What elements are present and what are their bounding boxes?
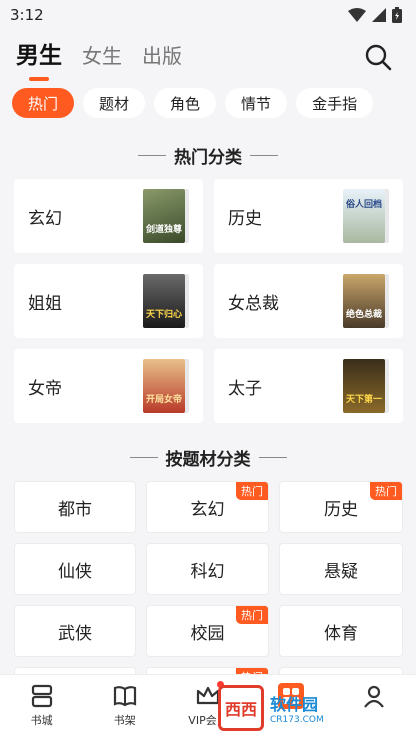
hot-section-label: 热门分类: [174, 147, 242, 168]
book-cover: 天下第一: [343, 359, 385, 413]
subject-label: 悬疑: [324, 561, 358, 582]
hot-category-card[interactable]: 玄幻 剑道独尊: [14, 179, 203, 253]
top-tab-bar: 男生 女生 出版: [0, 30, 416, 82]
category-label: 太子: [228, 378, 262, 399]
subject-label: 武侠: [58, 623, 92, 644]
hot-category-card[interactable]: 历史 俗人回档: [214, 179, 403, 253]
book-cover: 绝色总裁: [343, 274, 385, 328]
filter-chips: 热门 题材 角色 情节 金手指: [0, 88, 416, 120]
status-bar: 3:12: [0, 0, 416, 30]
subject-card[interactable]: 科幻: [146, 543, 269, 595]
hot-category-card[interactable]: 女总裁 绝色总裁: [214, 264, 403, 338]
watermark-text: 软件园 CR173.COM: [270, 691, 324, 725]
nav-label: 书架: [113, 714, 136, 727]
subject-label: 校园: [190, 623, 225, 644]
subject-label: 历史: [324, 499, 358, 520]
category-label: 姐姐: [28, 293, 62, 314]
battery-icon: [392, 7, 402, 23]
subject-card[interactable]: 武侠: [14, 605, 136, 657]
open-book-icon: [113, 686, 136, 707]
hot-category-card[interactable]: 太子 天下第一: [214, 349, 403, 423]
chip-hot[interactable]: 热门: [12, 88, 75, 118]
book-cover: 俗人回档: [343, 189, 385, 243]
cover-title: 剑道独尊: [145, 225, 182, 235]
subject-card[interactable]: 悬疑: [279, 543, 403, 595]
cover-title: 俗人回档: [345, 200, 382, 210]
subject-label: 体育: [324, 623, 358, 644]
category-label: 玄幻: [28, 208, 62, 229]
wifi-icon: [348, 8, 366, 22]
watermark: 西西 软件园 CR173.COM: [218, 680, 416, 736]
category-label: 女帝: [28, 378, 62, 399]
bookstore-icon: [31, 684, 52, 708]
nav-bookshelf[interactable]: 书架: [83, 675, 166, 740]
tab-publish[interactable]: 出版: [142, 46, 182, 66]
hot-badge: 热门: [236, 606, 268, 624]
chip-subject[interactable]: 题材: [83, 88, 146, 118]
hot-badge: 热门: [370, 482, 402, 500]
watermark-domain: CR173.COM: [270, 715, 324, 725]
subject-card[interactable]: 体育: [279, 605, 403, 657]
hot-badge: 热门: [236, 482, 268, 500]
book-cover: 天下归心: [143, 274, 185, 328]
chip-golden-finger[interactable]: 金手指: [296, 88, 374, 118]
book-cover: 开局女帝: [143, 359, 185, 413]
watermark-name: 软件园: [270, 695, 319, 714]
subject-card[interactable]: 历史 热门: [279, 481, 403, 533]
subject-label: 科幻: [190, 561, 225, 582]
subject-card[interactable]: 仙侠: [14, 543, 136, 595]
category-label: 历史: [228, 208, 262, 229]
subject-card[interactable]: 玄幻 热门: [146, 481, 269, 533]
signal-icon: [372, 8, 386, 22]
tab-female[interactable]: 女生: [82, 46, 122, 66]
hot-category-grid: 玄幻 剑道独尊 历史 俗人回档 姐姐 天下归心 女总裁 绝色总裁 女帝 开局女帝…: [14, 179, 403, 423]
cover-title: 天下第一: [345, 395, 382, 405]
subject-card[interactable]: 都市: [14, 481, 136, 533]
watermark-logo: 西西: [218, 685, 264, 731]
search-icon[interactable]: [364, 43, 392, 71]
subject-card[interactable]: 校园 热门: [146, 605, 269, 657]
status-icons: [348, 7, 402, 23]
hot-section-title: 热门分类: [0, 141, 416, 169]
tab-male[interactable]: 男生: [16, 44, 62, 81]
divider: [138, 154, 166, 156]
book-cover: 剑道独尊: [143, 189, 185, 243]
status-time: 3:12: [10, 6, 44, 24]
nav-bookstore[interactable]: 书城: [0, 675, 83, 740]
subject-label: 仙侠: [58, 561, 92, 582]
cover-title: 开局女帝: [145, 395, 182, 405]
cover-title: 绝色总裁: [345, 310, 382, 320]
nav-label: 书城: [30, 714, 53, 727]
divider: [258, 456, 287, 458]
subject-section-label: 按题材分类: [165, 449, 251, 470]
chip-role[interactable]: 角色: [154, 88, 217, 118]
cover-title: 天下归心: [145, 310, 182, 320]
subject-grid: 都市 玄幻热门 历史热门 仙侠 科幻 悬疑 武侠 校园热门 体育 热门: [14, 481, 403, 687]
hot-category-card[interactable]: 女帝 开局女帝: [14, 349, 203, 423]
subject-section-title: 按题材分类: [0, 443, 416, 471]
subject-label: 都市: [58, 499, 92, 520]
chip-plot[interactable]: 情节: [225, 88, 288, 118]
category-label: 女总裁: [228, 293, 279, 314]
divider: [129, 456, 158, 458]
hot-category-card[interactable]: 姐姐 天下归心: [14, 264, 203, 338]
subject-label: 玄幻: [190, 499, 225, 520]
divider: [250, 154, 278, 156]
